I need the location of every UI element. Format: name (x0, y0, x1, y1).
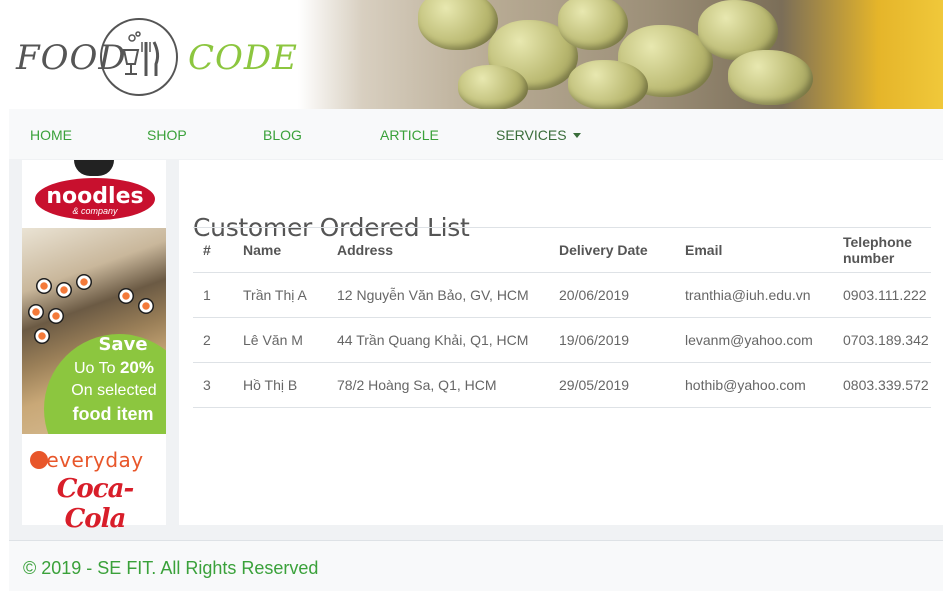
header-telephone: Telephone number (833, 227, 931, 273)
nav-services-label: SERVICES (496, 127, 567, 143)
cell-delivery-date: 19/06/2019 (549, 317, 675, 363)
cell-address: 78/2 Hoàng Sa, Q1, HCM (327, 362, 549, 408)
main-navbar: HOME SHOP BLOG ARTICLE SERVICES (9, 109, 943, 159)
cell-telephone: 0903.111.222 (833, 272, 931, 318)
nav-home[interactable]: HOME (30, 127, 72, 143)
header-banner-image (298, 0, 943, 109)
cell-index: 3 (193, 362, 233, 408)
noodle-bowl-icon (74, 160, 114, 176)
coca-cola-logo: Coca-Cola (56, 474, 135, 534)
cell-telephone: 0803.339.572 (833, 362, 931, 408)
promo-upto-text: Uo To 20% (74, 358, 154, 377)
main-content: Customer Ordered List # Name Address Del… (179, 160, 943, 525)
cell-email: tranthia@iuh.edu.vn (675, 272, 833, 318)
promo-save-text: Save (98, 334, 148, 355)
site-footer: © 2019 - SE FIT. All Rights Reserved (9, 541, 943, 591)
caret-down-icon (572, 133, 581, 138)
table-row: 1 Trần Thị A 12 Nguyễn Văn Bảo, GV, HCM … (193, 272, 931, 318)
table-row: 3 Hồ Thị B 78/2 Hoàng Sa, Q1, HCM 29/05/… (193, 362, 931, 408)
nav-services-dropdown[interactable]: SERVICES (496, 127, 581, 143)
cell-address: 44 Trần Quang Khải, Q1, HCM (327, 317, 549, 363)
cell-name: Trần Thị A (233, 272, 327, 318)
copyright-text: © 2019 - SE FIT. All Rights Reserved (23, 558, 319, 578)
header-email: Email (675, 227, 833, 273)
cell-address: 12 Nguyễn Văn Bảo, GV, HCM (327, 272, 549, 318)
cell-name: Lê Văn M (233, 317, 327, 363)
site-logo[interactable]: FOOD CODE (12, 16, 297, 102)
nav-blog[interactable]: BLOG (263, 127, 302, 143)
promo-on-selected-text: On selected (71, 382, 157, 399)
cell-delivery-date: 29/05/2019 (549, 362, 675, 408)
cell-name: Hồ Thị B (233, 362, 327, 408)
logo-icon (100, 18, 178, 96)
cell-email: levanm@yahoo.com (675, 317, 833, 363)
cell-index: 2 (193, 317, 233, 363)
nav-shop[interactable]: SHOP (147, 127, 187, 143)
customer-orders-table: # Name Address Delivery Date Email Telep… (193, 227, 931, 408)
table-row: 2 Lê Văn M 44 Trần Quang Khải, Q1, HCM 1… (193, 317, 931, 363)
table-header-row: # Name Address Delivery Date Email Telep… (193, 227, 931, 273)
header-index: # (193, 227, 233, 273)
sidebar-advertisement[interactable]: noodles & company Save Uo To 20% On sele… (22, 160, 166, 534)
logo-text-code: CODE (188, 38, 298, 78)
everyday-brand-text: everyday (46, 448, 144, 472)
cell-email: hothib@yahoo.com (675, 362, 833, 408)
promo-food-item-text: food item (72, 404, 154, 424)
header-name: Name (233, 227, 327, 273)
noodles-brand-subtext: & company (72, 206, 118, 216)
cell-delivery-date: 20/06/2019 (549, 272, 675, 318)
cell-index: 1 (193, 272, 233, 318)
header-delivery-date: Delivery Date (549, 227, 675, 273)
site-header: FOOD CODE (0, 0, 943, 109)
nav-article[interactable]: ARTICLE (380, 127, 439, 143)
header-address: Address (327, 227, 549, 273)
cutlery-icon (122, 31, 160, 76)
cell-telephone: 0703.189.342 (833, 317, 931, 363)
